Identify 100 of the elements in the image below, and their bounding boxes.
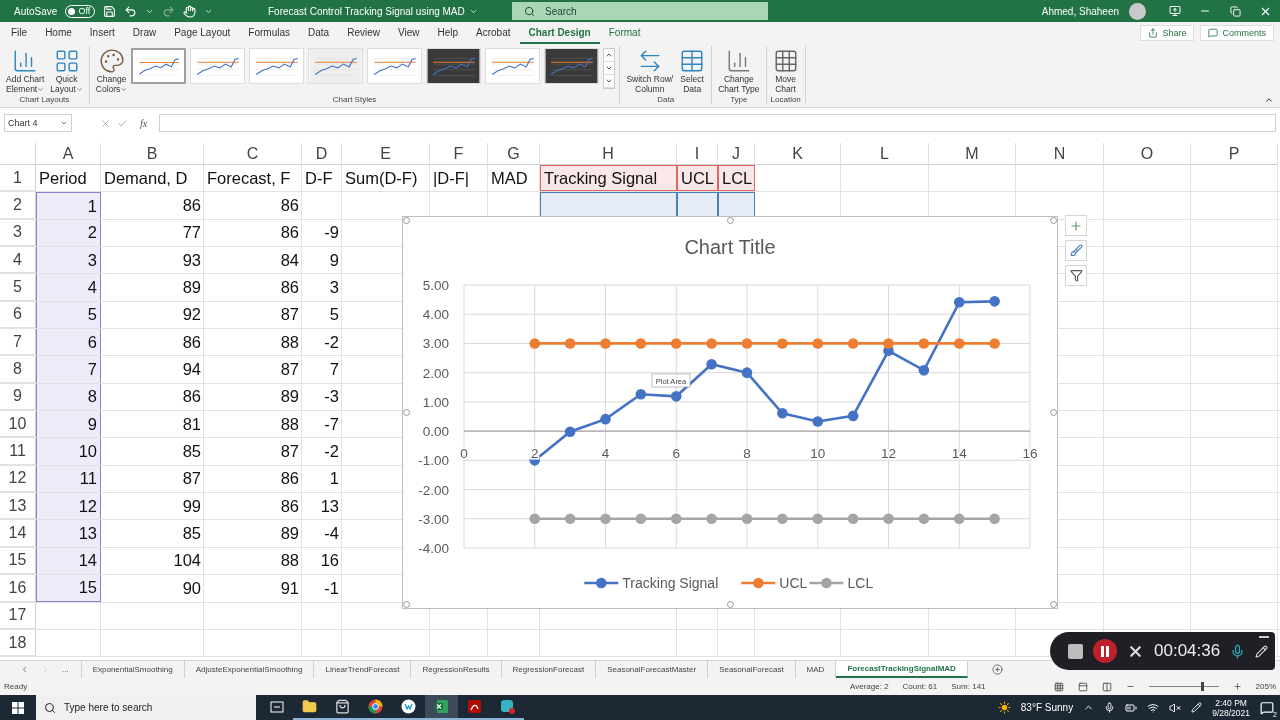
table-cell[interactable] bbox=[718, 192, 755, 219]
menu-tab[interactable]: Format bbox=[599, 22, 650, 44]
row-header[interactable]: 15 bbox=[0, 547, 36, 575]
stop-button[interactable] bbox=[1068, 643, 1083, 659]
name-box[interactable]: Chart 4 bbox=[4, 114, 72, 132]
notification-icon[interactable] bbox=[1260, 700, 1274, 715]
table-cell[interactable]: 88 bbox=[204, 547, 302, 575]
menu-tab[interactable]: Insert bbox=[80, 22, 124, 44]
table-cell[interactable]: 8 bbox=[36, 383, 101, 411]
resize-handle[interactable] bbox=[1050, 217, 1057, 224]
table-cell[interactable]: 9 bbox=[302, 247, 342, 274]
table-cell[interactable]: 88 bbox=[204, 411, 302, 438]
table-cell[interactable]: -4 bbox=[302, 520, 342, 547]
table-cell[interactable]: LCL bbox=[718, 165, 755, 192]
table-cell[interactable]: 84 bbox=[204, 247, 302, 274]
page-break-icon[interactable] bbox=[1101, 681, 1112, 692]
row-header[interactable]: 1 bbox=[0, 165, 36, 192]
table-cell[interactable]: -3 bbox=[302, 383, 342, 411]
ribbon-display-icon[interactable] bbox=[1169, 5, 1181, 17]
row-header[interactable]: 9 bbox=[0, 383, 36, 411]
task-view-icon[interactable] bbox=[269, 700, 284, 713]
search-field[interactable]: Search bbox=[512, 2, 768, 20]
table-cell[interactable]: -7 bbox=[302, 411, 342, 438]
table-cell[interactable]: 9 bbox=[36, 411, 101, 438]
share-button[interactable]: Share bbox=[1140, 25, 1195, 41]
table-cell[interactable]: 104 bbox=[101, 547, 204, 575]
table-cell[interactable]: MAD bbox=[488, 165, 540, 192]
pause-button[interactable] bbox=[1093, 639, 1117, 663]
clock[interactable]: 2:40 PM 9/28/2021 bbox=[1212, 697, 1250, 718]
table-cell[interactable]: 92 bbox=[101, 301, 204, 329]
menu-tab[interactable]: Review bbox=[338, 22, 389, 44]
sheet-tab[interactable]: ForecastTrackingSignalMAD bbox=[836, 661, 968, 678]
table-cell[interactable]: 77 bbox=[101, 219, 204, 247]
row-header[interactable]: 14 bbox=[0, 520, 36, 547]
table-cell[interactable]: 7 bbox=[36, 356, 101, 383]
scroll-left-icon[interactable] bbox=[20, 665, 29, 674]
row-header[interactable]: 3 bbox=[0, 219, 36, 247]
chart-style-thumbnail[interactable] bbox=[131, 48, 187, 84]
table-cell[interactable]: UCL bbox=[677, 165, 718, 192]
comments-button[interactable]: Comments bbox=[1200, 25, 1274, 41]
row-header[interactable]: 8 bbox=[0, 356, 36, 383]
menu-tab[interactable]: Formulas bbox=[239, 22, 300, 44]
table-cell[interactable]: 12 bbox=[36, 493, 101, 520]
table-cell[interactable]: 87 bbox=[204, 438, 302, 465]
table-cell[interactable]: -2 bbox=[302, 329, 342, 356]
resize-handle[interactable] bbox=[727, 217, 734, 224]
table-cell[interactable]: -9 bbox=[302, 219, 342, 247]
formula-input[interactable] bbox=[159, 114, 1276, 132]
menu-tab[interactable]: Data bbox=[299, 22, 339, 44]
table-cell[interactable]: -2 bbox=[302, 438, 342, 465]
microphone-icon[interactable] bbox=[1104, 702, 1116, 713]
table-cell[interactable]: 86 bbox=[204, 274, 302, 301]
table-cell[interactable]: 14 bbox=[36, 547, 101, 575]
table-cell[interactable]: 15 bbox=[36, 575, 101, 602]
table-cell[interactable]: 6 bbox=[36, 329, 101, 356]
table-cell[interactable]: 86 bbox=[204, 465, 302, 493]
taskbar-search-field[interactable]: Type here to search bbox=[36, 695, 256, 720]
table-cell[interactable]: 89 bbox=[101, 274, 204, 301]
menu-tab[interactable]: Page Layout bbox=[165, 22, 240, 44]
table-cell[interactable]: 5 bbox=[302, 301, 342, 329]
browser-icon[interactable] bbox=[368, 699, 383, 714]
table-cell[interactable]: 4 bbox=[36, 274, 101, 301]
battery-icon[interactable] bbox=[1125, 701, 1138, 714]
resize-handle[interactable] bbox=[403, 409, 410, 416]
menu-tab[interactable]: Home bbox=[36, 22, 81, 44]
page-layout-icon[interactable] bbox=[1077, 681, 1088, 692]
table-cell[interactable]: 86 bbox=[101, 383, 204, 411]
table-cell[interactable]: 2 bbox=[36, 219, 101, 247]
table-cell[interactable]: 81 bbox=[101, 411, 204, 438]
table-cell[interactable]: 88 bbox=[204, 329, 302, 356]
table-cell[interactable]: Sum(D-F) bbox=[342, 165, 430, 192]
ribbon-button[interactable]: Move Chart bbox=[770, 46, 801, 94]
save-icon[interactable] bbox=[103, 4, 117, 18]
restore-icon[interactable] bbox=[1229, 5, 1241, 17]
table-cell[interactable]: -1 bbox=[302, 575, 342, 602]
table-cell[interactable]: 10 bbox=[36, 438, 101, 465]
row-header[interactable]: 17 bbox=[0, 602, 36, 629]
ribbon-button[interactable]: Switch Row/ Column bbox=[624, 46, 676, 94]
table-cell[interactable]: 89 bbox=[204, 383, 302, 411]
spreadsheet-app-icon[interactable] bbox=[434, 699, 449, 714]
ribbon-button[interactable]: Change Chart Type bbox=[716, 46, 762, 94]
row-header[interactable]: 18 bbox=[0, 629, 36, 657]
chart-filters-button[interactable] bbox=[1065, 265, 1087, 286]
table-cell[interactable]: Forecast, F bbox=[204, 165, 302, 192]
ribbon-button[interactable]: Change Colors bbox=[93, 46, 130, 94]
resize-handle[interactable] bbox=[403, 217, 410, 224]
resize-handle[interactable] bbox=[727, 601, 734, 608]
table-cell[interactable]: 99 bbox=[101, 493, 204, 520]
menu-tab[interactable]: Draw bbox=[123, 22, 166, 44]
table-cell[interactable] bbox=[540, 192, 677, 219]
table-cell[interactable]: 11 bbox=[36, 465, 101, 493]
table-cell[interactable]: 1 bbox=[302, 465, 342, 493]
normal-view-icon[interactable] bbox=[1053, 681, 1064, 692]
microphone-icon[interactable] bbox=[1230, 643, 1246, 659]
table-cell[interactable]: Period bbox=[36, 165, 101, 192]
touch-icon[interactable] bbox=[183, 4, 197, 18]
menu-tab[interactable]: File bbox=[2, 22, 37, 44]
menu-tab[interactable]: View bbox=[388, 22, 429, 44]
row-header[interactable]: 16 bbox=[0, 575, 36, 602]
table-cell[interactable]: 5 bbox=[36, 301, 101, 329]
